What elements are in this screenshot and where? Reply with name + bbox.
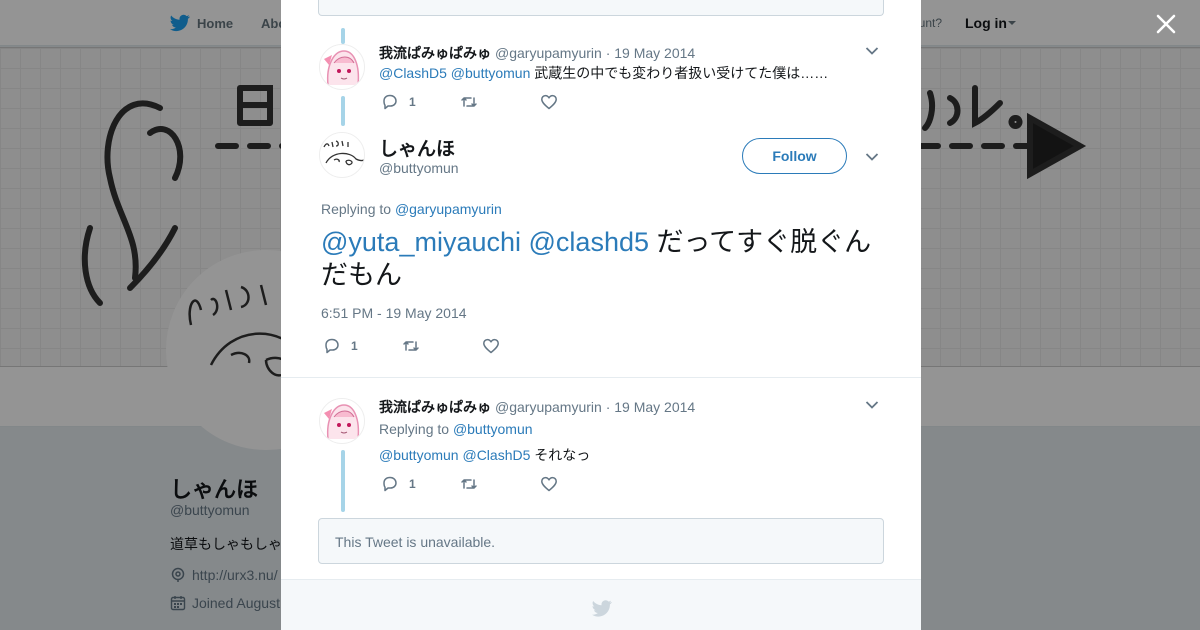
mention-link[interactable]: @clashd5 [529,227,649,257]
tweet-permalink-modal: 我流ぱみゅぱみゅ @garyupamyurin · 19 May 2014 @Cl… [281,0,921,630]
retweet-icon [461,97,477,107]
retweet-icon [461,479,477,489]
follow-button[interactable]: Follow [742,138,847,174]
reply-count: 1 [409,95,416,109]
reply-icon [383,94,397,110]
like-button[interactable] [540,474,558,494]
tweet-author-name[interactable]: 我流ぱみゅぱみゅ [379,399,491,415]
unavailable-tweet-card: This Tweet is unavailable. [318,518,884,564]
reply-count: 1 [351,339,358,353]
tweet-actions: 1 [323,336,523,356]
thread-connector [341,450,345,512]
tweet-header: 我流ぱみゅぱみゅ @garyupamyurin · 19 May 2014 [379,43,695,63]
like-icon [541,94,557,110]
mention-link[interactable]: @garyupamyurin [395,201,502,217]
mention-link[interactable]: @ClashD5 [462,447,530,463]
reply-button[interactable]: 1 [323,336,358,356]
like-icon [541,476,557,492]
replying-to: Replying to @garyupamyurin [321,201,502,217]
tweet-author-name[interactable]: しゃんほ [379,134,455,161]
tweet-body: それなっ [534,447,591,463]
chevron-down-icon[interactable] [865,400,879,410]
retweet-button[interactable] [460,474,478,494]
retweet-icon [403,341,419,351]
retweet-button[interactable] [460,92,478,112]
avatar[interactable] [319,398,365,444]
anime-girl-avatar-icon [320,45,364,89]
reply-count: 1 [409,477,416,491]
thread-connector [341,96,345,126]
tweet-date[interactable]: · 19 May 2014 [606,45,696,61]
reply-icon [383,476,397,492]
reply-button[interactable]: 1 [381,92,416,112]
tweet-date[interactable]: · 19 May 2014 [606,399,696,415]
retweet-button[interactable] [402,336,420,356]
unavailable-text: This Tweet is unavailable. [335,534,496,550]
chevron-down-icon[interactable] [865,46,879,56]
tweet-header: 我流ぱみゅぱみゅ @garyupamyurin · 19 May 2014 [379,397,695,417]
tweet-text: @ClashD5 @buttyomun 武蔵生の中でも変わり者扱い受けてた僕は…… [379,63,828,83]
tweet-timestamp[interactable]: 6:51 PM - 19 May 2014 [321,305,467,321]
mention-link[interactable]: @buttyomun [453,421,533,437]
mention-link[interactable]: @buttyomun [379,447,459,463]
tweet-actions: 1 [381,92,581,112]
main-tweet-text: @yuta_miyauchi @clashd5 だってすぐ脱ぐんだもん [321,226,881,292]
like-icon [483,338,499,354]
tweet-author-handle[interactable]: @buttyomun [379,160,459,176]
chevron-down-icon[interactable] [865,152,879,162]
tweet-author-handle[interactable]: @garyupamyurin [495,399,602,415]
modal-footer [281,579,921,630]
replying-to: Replying to @buttyomun [379,421,533,437]
reply-icon [325,338,339,354]
avatar[interactable] [319,132,365,178]
mention-link[interactable]: @yuta_miyauchi [321,227,521,257]
divider [281,377,921,378]
reply-button[interactable]: 1 [381,474,416,494]
thread-connector [341,28,345,44]
close-icon[interactable] [1152,10,1180,38]
sketch-avatar-icon [320,133,364,177]
avatar[interactable] [319,44,365,90]
tweet-text: @buttyomun @ClashD5 それなっ [379,445,590,465]
tweet-author-handle[interactable]: @garyupamyurin [495,45,602,61]
replying-to-label: Replying to [321,201,392,217]
tweet-author-name[interactable]: 我流ぱみゅぱみゅ [379,45,491,61]
previous-tweet-card[interactable] [318,0,884,16]
twitter-bird-icon [592,600,612,617]
tweet-body: 武蔵生の中でも変わり者扱い受けてた僕は…… [534,65,829,81]
tweet-actions: 1 [381,474,581,494]
replying-to-label: Replying to [379,421,450,437]
like-button[interactable] [482,336,500,356]
anime-girl-avatar-icon [320,399,364,443]
mention-link[interactable]: @buttyomun [451,65,531,81]
mention-link[interactable]: @ClashD5 [379,65,447,81]
like-button[interactable] [540,92,558,112]
